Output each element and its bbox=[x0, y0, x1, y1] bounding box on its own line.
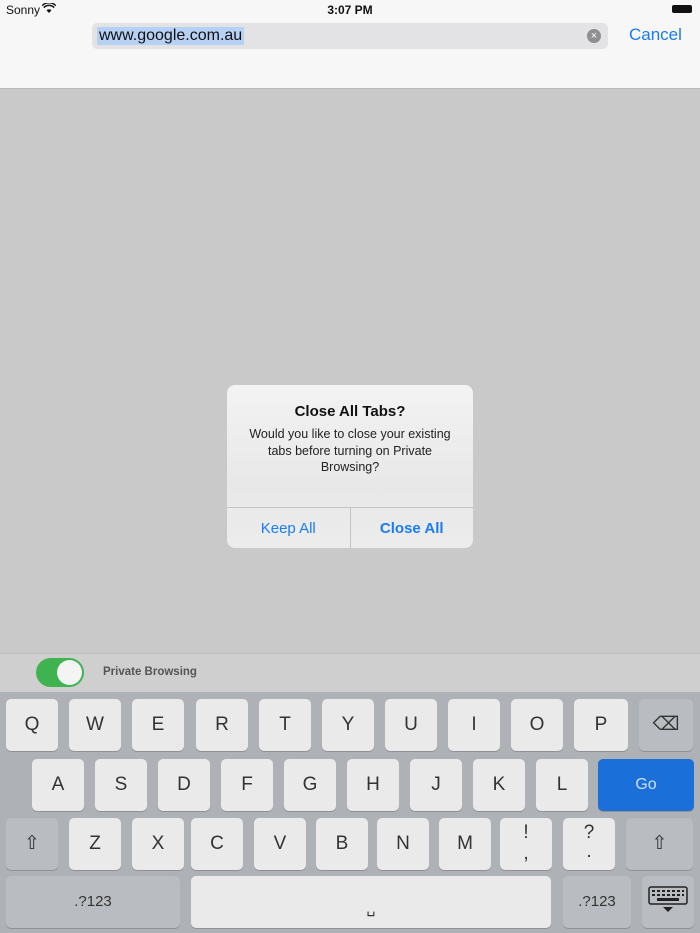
space-key[interactable]: ␣ bbox=[191, 876, 551, 928]
private-browsing-label: Private Browsing bbox=[103, 666, 197, 678]
go-key[interactable]: Go bbox=[598, 759, 694, 811]
space-icon: ␣ bbox=[366, 900, 376, 916]
key-bottom-char: . bbox=[586, 841, 592, 862]
key-b[interactable]: B bbox=[316, 818, 368, 870]
alert-buttons: Keep All Close All bbox=[227, 507, 473, 548]
shift-icon: ⇧ bbox=[24, 833, 40, 854]
key-c[interactable]: C bbox=[191, 818, 243, 870]
key-k[interactable]: K bbox=[473, 759, 525, 811]
address-bar: www.google.com.au × Cancel bbox=[0, 20, 700, 89]
shift-key-left[interactable]: ⇧ bbox=[6, 818, 58, 870]
private-browsing-bar: Private Browsing bbox=[0, 653, 700, 693]
key-question-period[interactable]: ? . bbox=[563, 818, 615, 870]
key-h[interactable]: H bbox=[347, 759, 399, 811]
key-bottom-char: , bbox=[523, 843, 529, 864]
keyboard: Q W E R T Y U I O P ⌫ A S D F G H J K L … bbox=[0, 692, 700, 933]
battery-icon bbox=[672, 5, 692, 13]
key-r[interactable]: R bbox=[196, 699, 248, 751]
key-m[interactable]: M bbox=[439, 818, 491, 870]
key-a[interactable]: A bbox=[32, 759, 84, 811]
hide-keyboard-key[interactable] bbox=[642, 876, 694, 928]
key-exclaim-comma[interactable]: ! , bbox=[500, 818, 552, 870]
alert-message: Would you like to close your existing ta… bbox=[249, 427, 451, 474]
clock: 3:07 PM bbox=[327, 3, 373, 17]
key-s[interactable]: S bbox=[95, 759, 147, 811]
keep-all-button[interactable]: Keep All bbox=[227, 508, 350, 548]
status-bar: Sonny 3:07 PM bbox=[0, 0, 700, 20]
key-x[interactable]: X bbox=[132, 818, 184, 870]
key-o[interactable]: O bbox=[511, 699, 563, 751]
close-tabs-alert: Close All Tabs? Would you like to close … bbox=[227, 385, 473, 548]
key-y[interactable]: Y bbox=[322, 699, 374, 751]
key-u[interactable]: U bbox=[385, 699, 437, 751]
shift-key-right[interactable]: ⇧ bbox=[626, 818, 693, 870]
key-e[interactable]: E bbox=[132, 699, 184, 751]
key-f[interactable]: F bbox=[221, 759, 273, 811]
private-browsing-toggle[interactable] bbox=[36, 658, 84, 687]
cancel-button[interactable]: Cancel bbox=[629, 25, 682, 45]
backspace-icon: ⌫ bbox=[652, 714, 680, 735]
page-content bbox=[0, 89, 700, 654]
keyboard-icon bbox=[648, 886, 688, 912]
key-i[interactable]: I bbox=[448, 699, 500, 751]
key-n[interactable]: N bbox=[377, 818, 429, 870]
url-input[interactable]: www.google.com.au × bbox=[92, 23, 608, 49]
key-g[interactable]: G bbox=[284, 759, 336, 811]
numbers-key-left[interactable]: .?123 bbox=[6, 876, 180, 928]
close-all-button[interactable]: Close All bbox=[349, 508, 474, 548]
key-p[interactable]: P bbox=[574, 699, 628, 751]
key-d[interactable]: D bbox=[158, 759, 210, 811]
shift-icon: ⇧ bbox=[651, 833, 668, 854]
url-text: www.google.com.au bbox=[97, 27, 245, 45]
key-top-char: ! bbox=[523, 822, 529, 843]
key-t[interactable]: T bbox=[259, 699, 311, 751]
backspace-key[interactable]: ⌫ bbox=[639, 699, 693, 751]
key-j[interactable]: J bbox=[410, 759, 462, 811]
clear-icon[interactable]: × bbox=[587, 29, 601, 43]
toggle-knob bbox=[57, 660, 82, 685]
key-q[interactable]: Q bbox=[6, 699, 58, 751]
alert-title: Close All Tabs? bbox=[294, 403, 406, 420]
key-top-char: ? bbox=[583, 822, 595, 843]
key-w[interactable]: W bbox=[69, 699, 121, 751]
key-z[interactable]: Z bbox=[69, 818, 121, 870]
key-l[interactable]: L bbox=[536, 759, 588, 811]
key-v[interactable]: V bbox=[254, 818, 306, 870]
numbers-key-right[interactable]: .?123 bbox=[563, 876, 631, 928]
